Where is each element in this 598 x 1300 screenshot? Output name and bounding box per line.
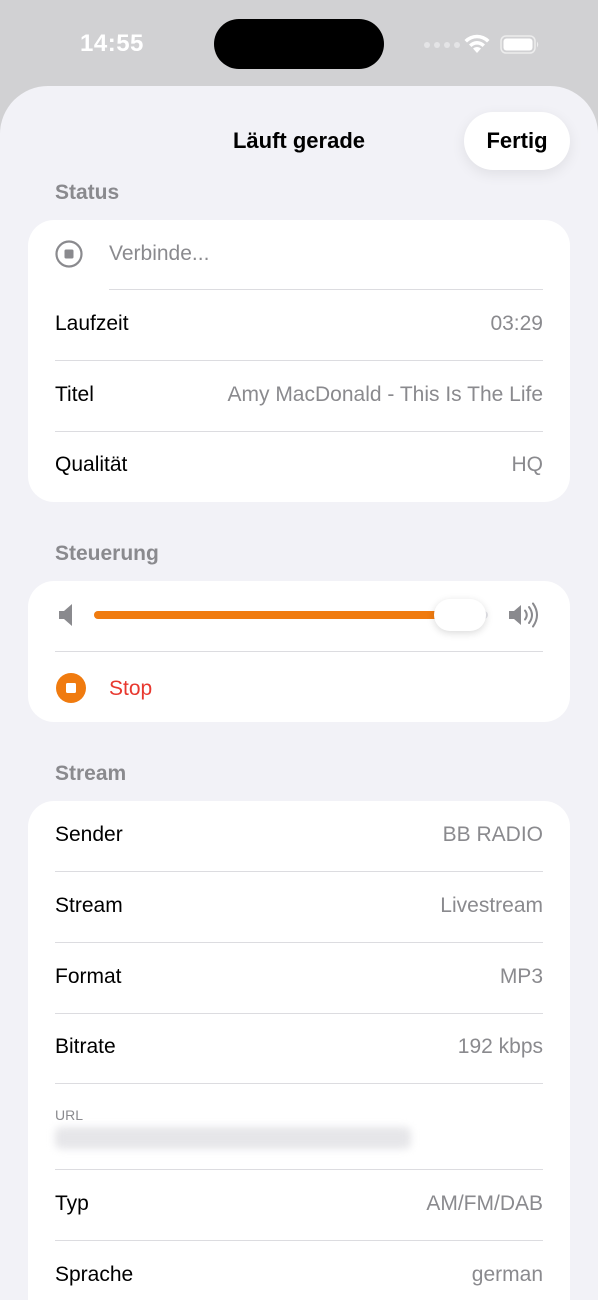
- row-label: Format: [55, 965, 122, 988]
- status-row-title: Titel Amy MacDonald - This Is The Life: [55, 361, 543, 431]
- status-row-quality: Qualität HQ: [55, 431, 543, 501]
- now-playing-sheet: Läuft gerade Fertig Status Verbinde... L…: [0, 86, 598, 1300]
- volume-slider-thumb[interactable]: [434, 599, 486, 631]
- row-value: Livestream: [440, 894, 543, 917]
- speaker-icon: [59, 604, 72, 626]
- row-label: Typ: [55, 1192, 89, 1215]
- section-header-controls: Steuerung: [55, 542, 159, 565]
- speaker-wave-icon: [509, 602, 538, 628]
- divider: [55, 651, 543, 652]
- row-label: Titel: [55, 383, 94, 406]
- row-value: AM/FM/DAB: [426, 1192, 543, 1215]
- stream-row-format: Format MP3: [55, 943, 543, 1013]
- row-label: Sender: [55, 823, 123, 846]
- row-value: MP3: [499, 965, 543, 988]
- cellular-signal-icon: [424, 42, 460, 50]
- row-value: BB RADIO: [442, 823, 543, 846]
- status-card: Verbinde... Laufzeit 03:29 Titel Amy Mac…: [28, 220, 570, 502]
- row-label: Bitrate: [55, 1035, 116, 1058]
- row-label: Laufzeit: [55, 312, 129, 335]
- row-label: Qualität: [55, 453, 128, 476]
- stream-row-stream: Stream Livestream: [55, 872, 543, 942]
- volume-slider[interactable]: [94, 611, 488, 619]
- row-value: Amy MacDonald - This Is The Life: [227, 383, 543, 406]
- row-value: german: [471, 1263, 543, 1286]
- controls-card: Stop: [28, 581, 570, 722]
- row-label: Sprache: [55, 1263, 134, 1286]
- battery-icon: [500, 35, 539, 54]
- volume-slider-fill: [94, 611, 460, 619]
- status-row-runtime: Laufzeit 03:29: [55, 290, 543, 360]
- row-value: 03:29: [490, 312, 543, 335]
- row-label: Stream: [55, 894, 123, 917]
- connection-status-text: Verbinde...: [109, 242, 210, 265]
- dynamic-island: [214, 19, 384, 69]
- done-button[interactable]: Fertig: [464, 112, 570, 170]
- url-caption: URL: [55, 1107, 84, 1123]
- section-header-status: Status: [55, 181, 120, 204]
- divider: [55, 1083, 543, 1084]
- section-header-stream: Stream: [55, 762, 127, 785]
- stream-card: Sender BB RADIO Stream Livestream Format…: [28, 801, 570, 1300]
- row-value: 192 kbps: [457, 1035, 543, 1058]
- url-value[interactable]: [55, 1127, 411, 1149]
- status-time: 14:55: [80, 30, 144, 57]
- row-value: HQ: [511, 453, 544, 476]
- stream-row-bitrate: Bitrate 192 kbps: [55, 1013, 543, 1083]
- status-bar: 14:55: [0, 0, 598, 86]
- stream-row-station: Sender BB RADIO: [55, 801, 543, 871]
- stream-row-language: Sprache german: [55, 1241, 543, 1300]
- stop-button[interactable]: Stop: [109, 677, 152, 701]
- stream-row-type: Typ AM/FM/DAB: [55, 1170, 543, 1240]
- stop-circle-fill-icon[interactable]: [56, 673, 86, 703]
- stop-circle-icon: [55, 240, 83, 268]
- wifi-icon: [464, 34, 490, 53]
